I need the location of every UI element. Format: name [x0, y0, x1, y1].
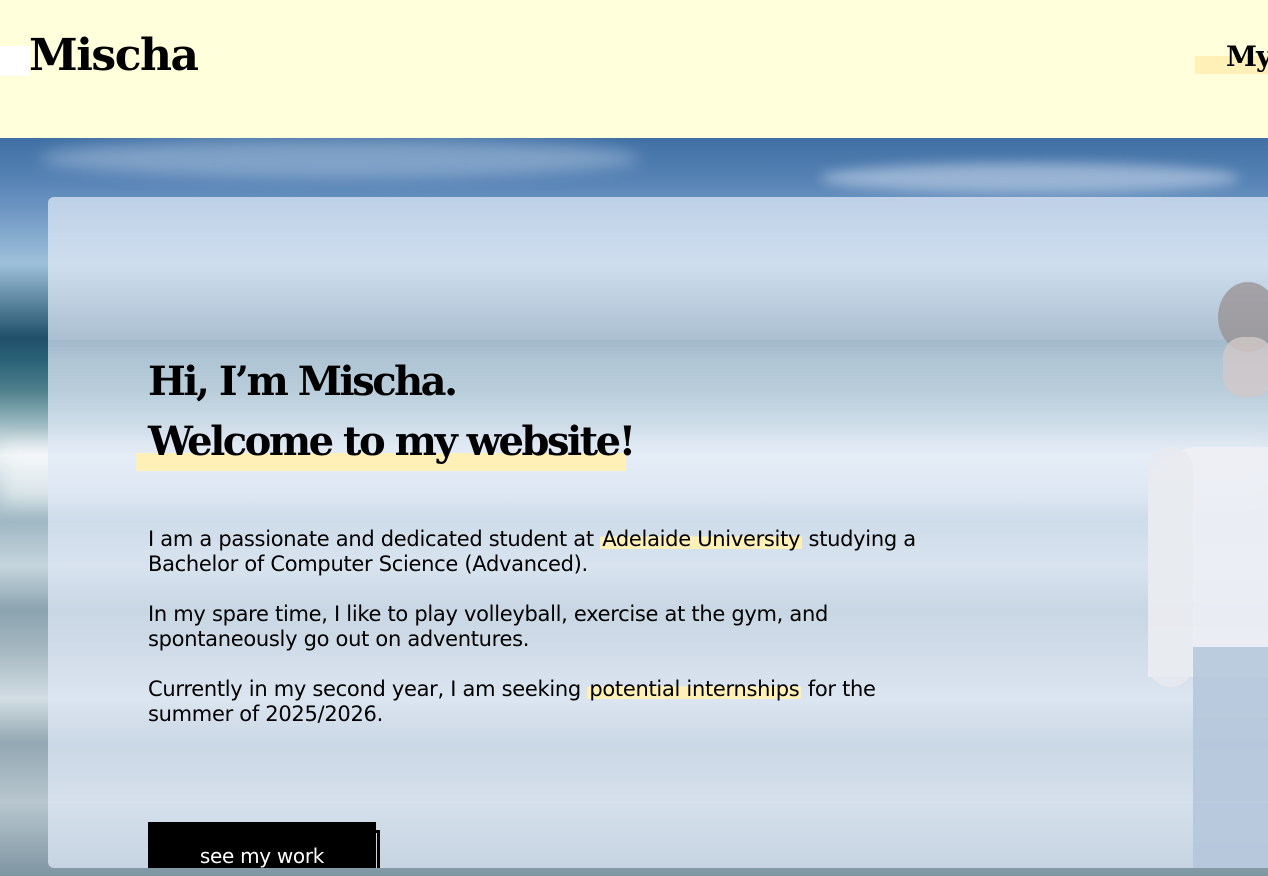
- intro-paragraph-study: I am a passionate and dedicated student …: [148, 527, 928, 577]
- paragraph-text: I am a passionate and dedicated student …: [148, 527, 594, 551]
- site-header: Mischa My: [0, 0, 1268, 138]
- background-cloud: [820, 163, 1240, 193]
- university-highlight: Adelaide University: [600, 527, 803, 551]
- intro-card: Hi, I’m Mischa. Welcome to my website! I…: [48, 197, 1268, 868]
- background-cloud: [40, 138, 640, 178]
- background-person-arm: [1148, 447, 1193, 687]
- greeting-line: Hi, I’m Mischa.: [148, 358, 458, 405]
- paragraph-text: Currently in my second year, I am seekin…: [148, 677, 581, 701]
- logo-accent-bar: [0, 46, 30, 76]
- hero-heading: Hi, I’m Mischa. Welcome to my website!: [136, 352, 636, 472]
- internships-highlight: potential internships: [587, 677, 802, 701]
- background-person-legs: [1193, 647, 1268, 868]
- welcome-text: Welcome to my website!: [148, 418, 636, 465]
- see-my-work-button[interactable]: see my work: [148, 822, 376, 868]
- site-logo[interactable]: Mischa: [29, 30, 199, 82]
- intro-paragraph-hobbies: In my spare time, I like to play volleyb…: [148, 602, 829, 651]
- intro-paragraph-internships: Currently in my second year, I am seekin…: [148, 677, 928, 727]
- welcome-line: Welcome to my website!: [136, 412, 636, 472]
- background-person-neck: [1223, 337, 1268, 397]
- hero-section: Hi, I’m Mischa. Welcome to my website! I…: [0, 138, 1268, 876]
- nav-item-my-work[interactable]: My: [1226, 40, 1268, 74]
